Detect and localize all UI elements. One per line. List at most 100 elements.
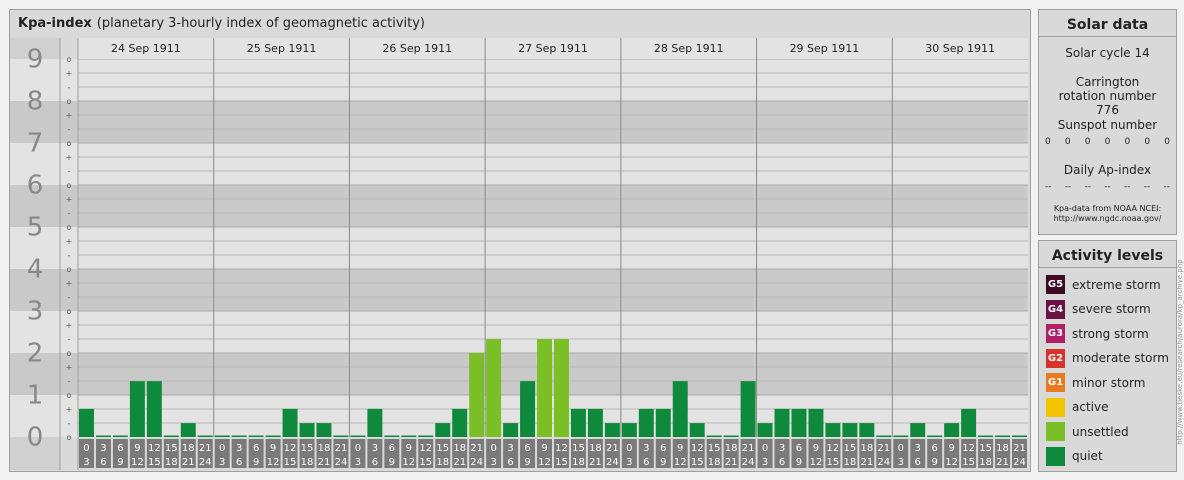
interval-start-label: 18 (589, 443, 602, 454)
day-label: 28 Sep 1911 (654, 42, 724, 55)
sunspot-label: Sunspot number (1057, 118, 1158, 132)
interval-end-label: 3 (626, 457, 632, 468)
ap-value: -- (1163, 182, 1171, 192)
kp-bar (604, 423, 620, 437)
kp-bar (774, 408, 790, 437)
level-badge (1046, 397, 1065, 417)
kp-bar (554, 339, 569, 437)
kp-bar (808, 408, 824, 437)
ap-label: Daily Ap-index (1063, 163, 1152, 177)
y-major-tick-label: 5 (27, 213, 44, 243)
ap-value: -- (1124, 182, 1131, 192)
y-major-tick-label: 2 (27, 339, 44, 369)
interval-start-label: 15 (301, 443, 314, 454)
activity-level-minor-storm: G1 minor storm (1046, 373, 1145, 392)
y-minor-tick-label: - (68, 419, 71, 428)
kp-bar (129, 381, 145, 437)
credit-text: http://www.tieske.eu/research/aurora/kp_… (1176, 259, 1184, 445)
interval-start-label: 15 (844, 443, 857, 454)
activity-level-active: active (1046, 397, 1108, 417)
interval-end-label: 24 (199, 457, 212, 468)
interval-start-label: 6 (117, 443, 123, 454)
sunspot-value: 0 (1104, 137, 1111, 147)
kp-bar (452, 408, 468, 437)
interval-start-label: 0 (355, 443, 361, 454)
day-label: 30 Sep 1911 (925, 42, 995, 55)
interval-start-label: 3 (507, 443, 513, 454)
sunspot-value: 0 (1084, 137, 1091, 147)
kp-bar (944, 423, 960, 437)
interval-end-label: 12 (131, 457, 144, 468)
interval-end-label: 12 (538, 457, 551, 468)
interval-end-label: 6 (100, 457, 106, 468)
interval-start-label: 9 (270, 443, 276, 454)
activity-level-extreme-storm: G5 extreme storm (1046, 275, 1161, 294)
y-minor-tick-label: o (67, 391, 72, 400)
y-major-tick-label: 1 (27, 381, 44, 411)
kp-bar (95, 435, 111, 437)
kp-bar (469, 353, 485, 437)
level-badge: G4 (1046, 299, 1065, 319)
y-minor-tick-label: + (66, 279, 73, 288)
kp-bar (570, 408, 586, 437)
interval-end-label: 21 (318, 457, 331, 468)
activity-level-strong-storm: G3 strong storm (1046, 324, 1149, 343)
interval-end-label: 18 (708, 457, 721, 468)
interval-start-label: 21 (199, 443, 212, 454)
day-label: 25 Sep 1911 (247, 42, 317, 55)
band (10, 185, 1028, 227)
kp-bar (978, 435, 994, 437)
y-minor-tick-label: - (68, 335, 71, 344)
kp-bar (384, 435, 400, 437)
level-badge: G5 (1046, 275, 1065, 294)
ap-values: -- -- -- -- -- -- -- (1045, 182, 1170, 192)
y-minor-tick-label: + (66, 111, 73, 120)
ap-value: -- (1045, 182, 1052, 192)
interval-start-label: 12 (962, 443, 975, 454)
interval-start-label: 15 (979, 443, 992, 454)
sunspot-value: 0 (1164, 137, 1170, 147)
interval-end-label: 12 (810, 457, 823, 468)
chart-subtitle: (planetary 3-hourly index of geomagnetic… (96, 16, 425, 31)
kp-bar (163, 435, 179, 437)
carrington-rotation: Carrington rotation number 776 (1058, 75, 1157, 117)
level-badge (1046, 446, 1065, 466)
interval-end-label: 21 (453, 457, 466, 468)
y-minor-tick-label: o (67, 433, 72, 442)
interval-start-label: 0 (762, 443, 768, 454)
level-label: minor storm (1072, 375, 1146, 390)
interval-start-label: 6 (389, 443, 395, 454)
interval-end-label: 3 (898, 457, 904, 468)
interval-start-label: 12 (555, 443, 568, 454)
interval-end-label: 15 (419, 457, 432, 468)
activity-levels-title: Activity levels (1039, 245, 1176, 268)
interval-start-label: 21 (1013, 443, 1026, 454)
interval-start-label: 21 (470, 443, 483, 454)
level-badge: G3 (1046, 324, 1065, 343)
kp-bar (638, 408, 654, 437)
kp-bar (859, 423, 875, 437)
kp-bar (197, 435, 213, 437)
interval-end-label: 3 (490, 457, 496, 468)
solar-cycle: Solar cycle 14 (1065, 46, 1150, 60)
band (10, 395, 1028, 437)
sunspot-value: 0 (1064, 137, 1071, 147)
interval-end-label: 3 (355, 457, 361, 468)
interval-start-label: 6 (932, 443, 938, 454)
interval-end-label: 15 (284, 457, 297, 468)
y-minor-tick-label: o (67, 97, 72, 106)
level-badge (1046, 422, 1065, 441)
interval-end-label: 6 (643, 457, 649, 468)
kp-bar (367, 408, 383, 437)
interval-end-label: 12 (674, 457, 687, 468)
interval-start-label: 0 (219, 443, 225, 454)
level-label: moderate storm (1072, 351, 1169, 365)
interval-start-label: 9 (541, 443, 547, 454)
credit-url: http://www.tieske.eu/research/aurora/kp_… (1175, 240, 1184, 470)
interval-end-label: 6 (372, 457, 378, 468)
level-label: extreme storm (1072, 277, 1161, 292)
interval-end-label: 3 (762, 457, 768, 468)
y-minor-tick-label: + (66, 363, 73, 372)
interval-start-label: 15 (708, 443, 721, 454)
y-minor-tick-label: o (67, 349, 72, 358)
